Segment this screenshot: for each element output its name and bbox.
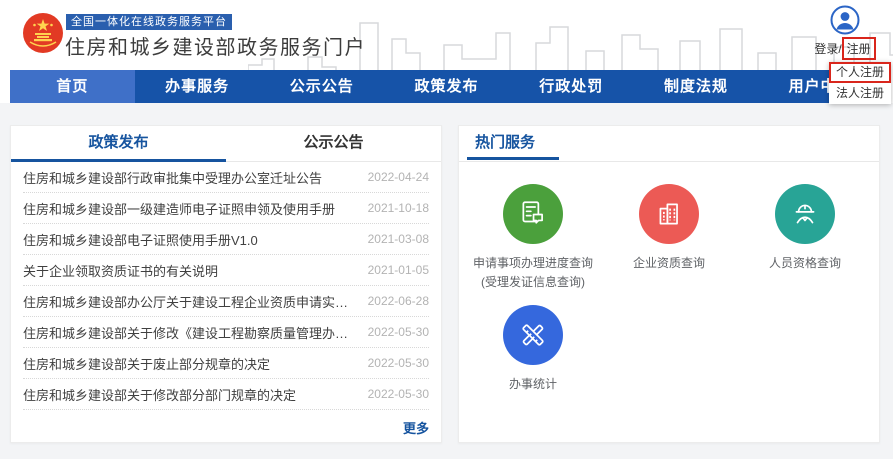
dropdown-item-corporate-register[interactable]: 法人注册 <box>829 83 891 104</box>
nav-item-regulations[interactable]: 制度法规 <box>634 70 759 103</box>
nav-item-announcements[interactable]: 公示公告 <box>259 70 384 103</box>
service-progress-query[interactable]: 申请事项办理进度查询 (受理发证信息查询) <box>465 184 601 291</box>
statistics-icon <box>503 305 563 365</box>
login-link[interactable]: 登录/ <box>814 42 841 56</box>
news-row[interactable]: 住房和城乡建设部关于修改《建设工程勘察质量管理办法》的... 2022-05-3… <box>23 317 429 348</box>
news-title: 住房和城乡建设部行政审批集中受理办公室迁址公告 <box>23 168 322 187</box>
news-date: 2022-05-30 <box>368 387 429 401</box>
news-title: 住房和城乡建设部一级建造师电子证照申领及使用手册 <box>23 199 335 218</box>
enterprise-qualification-icon <box>639 184 699 244</box>
login-widget: 登录/注册 <box>805 5 885 60</box>
service-label: 企业资质查询 <box>601 254 737 273</box>
news-row[interactable]: 住房和城乡建设部办公厅关于建设工程企业资质申请实行无纸... 2022-06-2… <box>23 286 429 317</box>
news-panel: 政策发布 公示公告 住房和城乡建设部行政审批集中受理办公室迁址公告 2022-0… <box>10 125 442 443</box>
hot-services-title-row: 热门服务 <box>459 126 879 162</box>
news-title: 关于企业领取资质证书的有关说明 <box>23 261 218 280</box>
header: 全国一体化在线政务服务平台 住房和城乡建设部政务服务门户 登录/注册 <box>0 0 893 70</box>
hot-services-title: 热门服务 <box>463 126 547 159</box>
news-row[interactable]: 住房和城乡建设部关于修改部分部门规章的决定 2022-05-30 <box>23 379 429 410</box>
tab-policy-release[interactable]: 政策发布 <box>11 126 226 161</box>
news-row[interactable]: 住房和城乡建设部一级建造师电子证照申领及使用手册 2021-10-18 <box>23 193 429 224</box>
news-list: 住房和城乡建设部行政审批集中受理办公室迁址公告 2022-04-24 住房和城乡… <box>11 162 441 410</box>
news-row[interactable]: 住房和城乡建设部关于废止部分规章的决定 2022-05-30 <box>23 348 429 379</box>
services-grid: 申请事项办理进度查询 (受理发证信息查询) 企业资质查询 <box>459 162 879 408</box>
nav-item-services[interactable]: 办事服务 <box>135 70 260 103</box>
news-title: 住房和城乡建设部关于废止部分规章的决定 <box>23 354 270 373</box>
news-date: 2021-10-18 <box>368 201 429 215</box>
news-title: 住房和城乡建设部关于修改《建设工程勘察质量管理办法》的... <box>23 323 353 342</box>
register-link[interactable]: 注册 <box>842 37 876 60</box>
hot-services-panel: 热门服务 申请事项办理进度查询 (受理发证信息查询) <box>458 125 880 443</box>
register-dropdown: 个人注册 法人注册 <box>829 62 891 104</box>
service-label: 办事统计 <box>465 375 601 394</box>
news-date: 2022-05-30 <box>368 356 429 370</box>
portal-page: 全国一体化在线政务服务平台 住房和城乡建设部政务服务门户 登录/注册 首页 办事… <box>0 0 893 459</box>
dropdown-item-personal-register[interactable]: 个人注册 <box>829 62 891 83</box>
service-label: 人员资格查询 <box>737 254 873 273</box>
personnel-qualification-icon <box>775 184 835 244</box>
site-title: 住房和城乡建设部政务服务门户 <box>65 31 366 60</box>
service-label: 申请事项办理进度查询 (受理发证信息查询) <box>465 254 601 291</box>
service-enterprise-qualification-query[interactable]: 企业资质查询 <box>601 184 737 291</box>
tab-public-notice[interactable]: 公示公告 <box>226 126 441 161</box>
nav-item-policy[interactable]: 政策发布 <box>384 70 509 103</box>
user-icon[interactable] <box>830 5 860 35</box>
news-title: 住房和城乡建设部电子证照使用手册V1.0 <box>23 230 258 249</box>
news-date: 2021-03-08 <box>368 232 429 246</box>
service-personnel-qualification-query[interactable]: 人员资格查询 <box>737 184 873 291</box>
service-statistics[interactable]: 办事统计 <box>465 305 601 394</box>
news-row[interactable]: 住房和城乡建设部电子证照使用手册V1.0 2021-03-08 <box>23 224 429 255</box>
news-title: 住房和城乡建设部办公厅关于建设工程企业资质申请实行无纸... <box>23 292 353 311</box>
news-row[interactable]: 住房和城乡建设部行政审批集中受理办公室迁址公告 2022-04-24 <box>23 162 429 193</box>
nav-item-home[interactable]: 首页 <box>10 70 135 103</box>
national-emblem-logo <box>22 12 64 54</box>
platform-badge: 全国一体化在线政务服务平台 <box>66 14 232 30</box>
news-date: 2021-01-05 <box>368 263 429 277</box>
nav-item-penalties[interactable]: 行政处罚 <box>509 70 634 103</box>
progress-query-icon <box>503 184 563 244</box>
more-row: 更多 <box>11 410 441 438</box>
news-title: 住房和城乡建设部关于修改部分部门规章的决定 <box>23 385 296 404</box>
news-row[interactable]: 关于企业领取资质证书的有关说明 2021-01-05 <box>23 255 429 286</box>
more-link[interactable]: 更多 <box>403 421 429 436</box>
news-date: 2022-05-30 <box>368 325 429 339</box>
main-navigation: 首页 办事服务 公示公告 政策发布 行政处罚 制度法规 用户中心 <box>10 70 883 103</box>
login-register-label: 登录/注册 <box>805 37 885 60</box>
news-date: 2022-04-24 <box>368 170 429 184</box>
news-tabs: 政策发布 公示公告 <box>11 126 441 162</box>
news-date: 2022-06-28 <box>368 294 429 308</box>
